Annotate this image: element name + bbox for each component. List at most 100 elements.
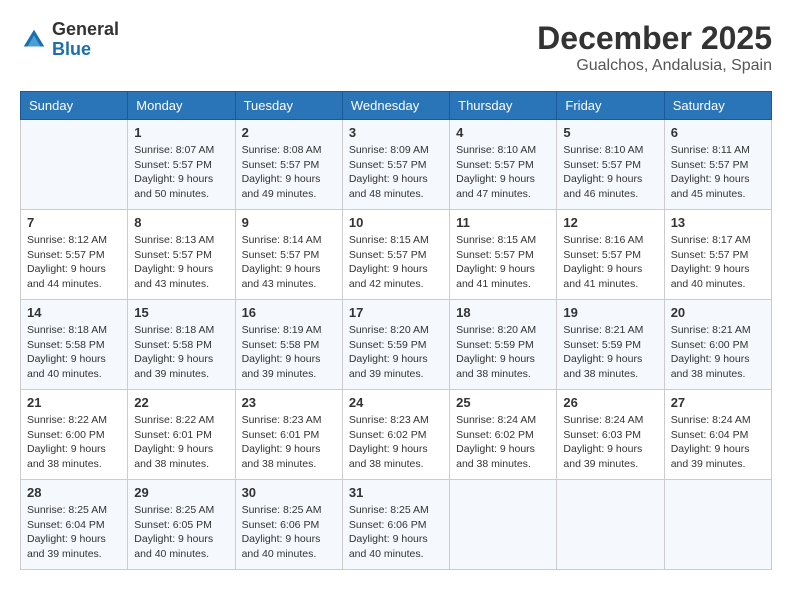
day-number: 29 (134, 485, 228, 500)
day-number: 21 (27, 395, 121, 410)
week-row-1: 1 Sunrise: 8:07 AMSunset: 5:57 PMDaylight… (21, 120, 772, 210)
calendar-cell (450, 480, 557, 570)
day-info: Sunrise: 8:07 AMSunset: 5:57 PMDaylight:… (134, 143, 228, 202)
day-info: Sunrise: 8:19 AMSunset: 5:58 PMDaylight:… (242, 323, 336, 382)
calendar-cell: 27 Sunrise: 8:24 AMSunset: 6:04 PMDayligh… (664, 390, 771, 480)
day-info: Sunrise: 8:10 AMSunset: 5:57 PMDaylight:… (563, 143, 657, 202)
day-number: 1 (134, 125, 228, 140)
day-number: 20 (671, 305, 765, 320)
day-info: Sunrise: 8:24 AMSunset: 6:04 PMDaylight:… (671, 413, 765, 472)
day-info: Sunrise: 8:24 AMSunset: 6:02 PMDaylight:… (456, 413, 550, 472)
week-row-3: 14 Sunrise: 8:18 AMSunset: 5:58 PMDayligh… (21, 300, 772, 390)
calendar-cell: 3 Sunrise: 8:09 AMSunset: 5:57 PMDaylight… (342, 120, 449, 210)
day-info: Sunrise: 8:25 AMSunset: 6:06 PMDaylight:… (242, 503, 336, 562)
day-info: Sunrise: 8:14 AMSunset: 5:57 PMDaylight:… (242, 233, 336, 292)
day-info: Sunrise: 8:24 AMSunset: 6:03 PMDaylight:… (563, 413, 657, 472)
column-header-thursday: Thursday (450, 92, 557, 120)
calendar-cell: 22Sunrise: 8:22 AMSunset: 6:01 PMDayligh… (128, 390, 235, 480)
month-title: December 2025 (537, 20, 772, 57)
calendar-cell: 17Sunrise: 8:20 AMSunset: 5:59 PMDayligh… (342, 300, 449, 390)
logo-icon (20, 26, 48, 54)
calendar-cell: 25 Sunrise: 8:24 AMSunset: 6:02 PMDayligh… (450, 390, 557, 480)
column-header-saturday: Saturday (664, 92, 771, 120)
week-row-4: 21 Sunrise: 8:22 AMSunset: 6:00 PMDayligh… (21, 390, 772, 480)
calendar-header-row: SundayMondayTuesdayWednesdayThursdayFrid… (21, 92, 772, 120)
day-number: 7 (27, 215, 121, 230)
column-header-tuesday: Tuesday (235, 92, 342, 120)
calendar-cell: 10Sunrise: 8:15 AMSunset: 5:57 PMDayligh… (342, 210, 449, 300)
day-number: 2 (242, 125, 336, 140)
day-info: Sunrise: 8:23 AMSunset: 6:02 PMDaylight:… (349, 413, 443, 472)
calendar-cell: 7 Sunrise: 8:12 AMSunset: 5:57 PMDaylight… (21, 210, 128, 300)
calendar-cell (557, 480, 664, 570)
calendar-cell: 12Sunrise: 8:16 AMSunset: 5:57 PMDayligh… (557, 210, 664, 300)
day-info: Sunrise: 8:25 AMSunset: 6:06 PMDaylight:… (349, 503, 443, 562)
day-info: Sunrise: 8:23 AMSunset: 6:01 PMDaylight:… (242, 413, 336, 472)
day-number: 25 (456, 395, 550, 410)
page-header: General Blue December 2025 Gualchos, And… (20, 20, 772, 75)
day-number: 28 (27, 485, 121, 500)
day-number: 6 (671, 125, 765, 140)
logo-blue: Blue (52, 40, 119, 60)
location: Gualchos, Andalusia, Spain (537, 57, 772, 75)
calendar-cell: 1 Sunrise: 8:07 AMSunset: 5:57 PMDaylight… (128, 120, 235, 210)
calendar-cell: 29 Sunrise: 8:25 AMSunset: 6:05 PMDayligh… (128, 480, 235, 570)
column-header-wednesday: Wednesday (342, 92, 449, 120)
calendar-cell: 11Sunrise: 8:15 AMSunset: 5:57 PMDayligh… (450, 210, 557, 300)
day-number: 16 (242, 305, 336, 320)
day-info: Sunrise: 8:16 AMSunset: 5:57 PMDaylight:… (563, 233, 657, 292)
calendar-cell: 5Sunrise: 8:10 AMSunset: 5:57 PMDaylight… (557, 120, 664, 210)
calendar-cell: 9Sunrise: 8:14 AMSunset: 5:57 PMDaylight… (235, 210, 342, 300)
day-info: Sunrise: 8:09 AMSunset: 5:57 PMDaylight:… (349, 143, 443, 202)
day-info: Sunrise: 8:13 AMSunset: 5:57 PMDaylight:… (134, 233, 228, 292)
title-block: December 2025 Gualchos, Andalusia, Spain (537, 20, 772, 75)
day-number: 13 (671, 215, 765, 230)
day-number: 23 (242, 395, 336, 410)
day-info: Sunrise: 8:25 AMSunset: 6:05 PMDaylight:… (134, 503, 228, 562)
day-number: 26 (563, 395, 657, 410)
day-info: Sunrise: 8:22 AMSunset: 6:00 PMDaylight:… (27, 413, 121, 472)
calendar-cell (664, 480, 771, 570)
day-info: Sunrise: 8:10 AMSunset: 5:57 PMDaylight:… (456, 143, 550, 202)
logo: General Blue (20, 20, 119, 60)
day-info: Sunrise: 8:08 AMSunset: 5:57 PMDaylight:… (242, 143, 336, 202)
calendar-cell: 2 Sunrise: 8:08 AMSunset: 5:57 PMDaylight… (235, 120, 342, 210)
day-number: 3 (349, 125, 443, 140)
day-info: Sunrise: 8:15 AMSunset: 5:57 PMDaylight:… (456, 233, 550, 292)
day-info: Sunrise: 8:17 AMSunset: 5:57 PMDaylight:… (671, 233, 765, 292)
calendar-cell: 19 Sunrise: 8:21 AMSunset: 5:59 PMDayligh… (557, 300, 664, 390)
week-row-5: 28 Sunrise: 8:25 AMSunset: 6:04 PMDayligh… (21, 480, 772, 570)
calendar-cell: 24 Sunrise: 8:23 AMSunset: 6:02 PMDayligh… (342, 390, 449, 480)
calendar-cell: 31Sunrise: 8:25 AMSunset: 6:06 PMDayligh… (342, 480, 449, 570)
calendar-cell: 21 Sunrise: 8:22 AMSunset: 6:00 PMDayligh… (21, 390, 128, 480)
day-number: 19 (563, 305, 657, 320)
column-header-sunday: Sunday (21, 92, 128, 120)
day-number: 14 (27, 305, 121, 320)
logo-general: General (52, 20, 119, 40)
calendar-cell (21, 120, 128, 210)
calendar-cell: 30 Sunrise: 8:25 AMSunset: 6:06 PMDayligh… (235, 480, 342, 570)
day-info: Sunrise: 8:18 AMSunset: 5:58 PMDaylight:… (134, 323, 228, 382)
calendar-cell: 8 Sunrise: 8:13 AMSunset: 5:57 PMDaylight… (128, 210, 235, 300)
day-info: Sunrise: 8:12 AMSunset: 5:57 PMDaylight:… (27, 233, 121, 292)
day-info: Sunrise: 8:25 AMSunset: 6:04 PMDaylight:… (27, 503, 121, 562)
day-info: Sunrise: 8:11 AMSunset: 5:57 PMDaylight:… (671, 143, 765, 202)
day-number: 27 (671, 395, 765, 410)
calendar-cell: 26 Sunrise: 8:24 AMSunset: 6:03 PMDayligh… (557, 390, 664, 480)
day-info: Sunrise: 8:21 AMSunset: 5:59 PMDaylight:… (563, 323, 657, 382)
calendar-cell: 15 Sunrise: 8:18 AMSunset: 5:58 PMDayligh… (128, 300, 235, 390)
calendar-cell: 4Sunrise: 8:10 AMSunset: 5:57 PMDaylight… (450, 120, 557, 210)
calendar-cell: 28 Sunrise: 8:25 AMSunset: 6:04 PMDayligh… (21, 480, 128, 570)
day-number: 18 (456, 305, 550, 320)
column-header-monday: Monday (128, 92, 235, 120)
day-info: Sunrise: 8:22 AMSunset: 6:01 PMDaylight:… (134, 413, 228, 472)
day-number: 17 (349, 305, 443, 320)
week-row-2: 7 Sunrise: 8:12 AMSunset: 5:57 PMDaylight… (21, 210, 772, 300)
day-number: 8 (134, 215, 228, 230)
calendar-cell: 18 Sunrise: 8:20 AMSunset: 5:59 PMDayligh… (450, 300, 557, 390)
day-number: 24 (349, 395, 443, 410)
day-number: 30 (242, 485, 336, 500)
day-info: Sunrise: 8:20 AMSunset: 5:59 PMDaylight:… (456, 323, 550, 382)
day-info: Sunrise: 8:15 AMSunset: 5:57 PMDaylight:… (349, 233, 443, 292)
day-number: 15 (134, 305, 228, 320)
